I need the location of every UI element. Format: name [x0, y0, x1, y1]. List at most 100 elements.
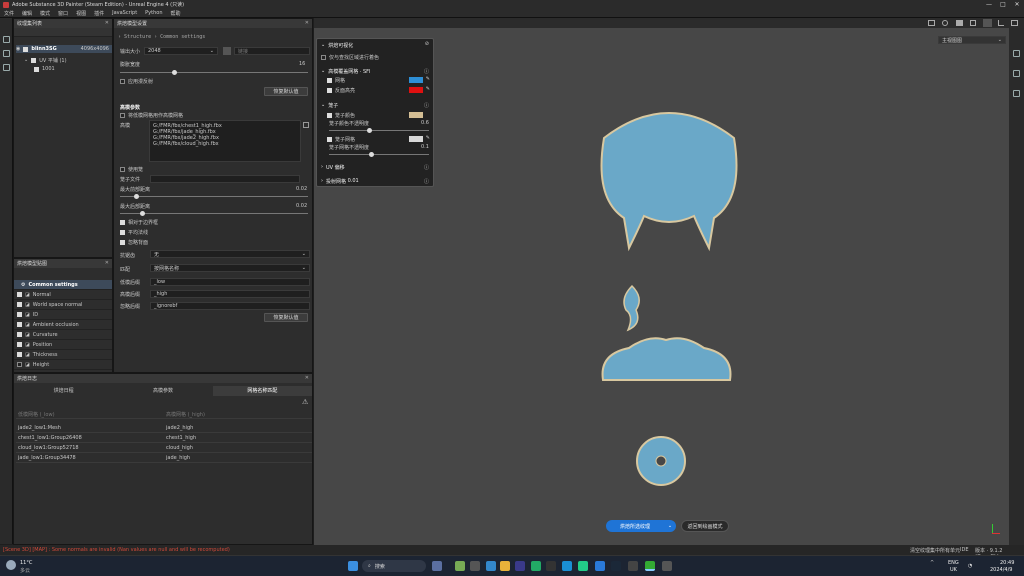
cage-mesh-color-swatch[interactable]	[409, 136, 423, 142]
mesh-opacity-slider[interactable]	[329, 152, 429, 157]
properties-icon[interactable]	[1013, 70, 1020, 77]
layers-icon[interactable]	[3, 50, 10, 57]
explorer-icon[interactable]	[500, 561, 510, 571]
view-mode-select[interactable]: 主视图图 ⌄	[938, 36, 1006, 44]
output-size-select[interactable]: 2048 ⌄	[144, 47, 218, 55]
tab-schedule[interactable]: 烘焙日程	[14, 386, 113, 396]
breadcrumb-2[interactable]: Common settings	[160, 34, 205, 40]
high-meshes-list[interactable]: G:/FMR/fbx/chest1_high.fbx G:/FMR/fbx/ja…	[149, 120, 301, 162]
app-icon[interactable]	[578, 561, 588, 571]
eye-icon[interactable]: ◉	[16, 46, 20, 52]
panel-close-icon[interactable]: ✕	[305, 19, 309, 28]
overlay-title-row[interactable]: ⌄ 烘焙可视化	[321, 41, 353, 49]
menu-plugins[interactable]: 插件	[90, 10, 108, 17]
map-world-normal[interactable]: ◪ World space normal	[14, 300, 112, 310]
texture-set-checkbox[interactable]	[23, 46, 29, 52]
tray-chevron-icon[interactable]: ^	[930, 560, 934, 566]
weather-temp[interactable]: 11°C	[20, 560, 32, 566]
cage-mesh-row[interactable]: 笼子网格	[327, 135, 355, 143]
use-low-as-high-row[interactable]: 将低模网格用作高模网格	[120, 111, 183, 119]
show-only-row[interactable]: 仅与查找区域进行着色	[321, 53, 379, 61]
uv-tile-row[interactable]: ⌄ UV 平铺 (1)	[24, 56, 67, 64]
map-curvature[interactable]: ◪ Curvature	[14, 330, 112, 340]
proj-section-row[interactable]: › 投射网格 0.01	[321, 177, 359, 185]
windows-start-icon[interactable]	[348, 561, 358, 571]
color-section-row[interactable]: ⌄ 笼子	[321, 101, 338, 109]
painter-icon[interactable]	[645, 561, 655, 571]
bake-selected-button[interactable]: 烘焙所选纹理	[606, 520, 664, 532]
lang-indicator-2[interactable]: UK	[950, 567, 957, 573]
export-icon[interactable]	[3, 36, 10, 43]
app-icon[interactable]	[515, 561, 525, 571]
app-icon[interactable]	[486, 561, 496, 571]
uv-section-row[interactable]: › UV 偏移	[321, 163, 345, 171]
tab-high-params[interactable]: 高模参数	[113, 386, 212, 396]
slider-knob[interactable]	[367, 128, 372, 133]
cage-file-field[interactable]	[150, 175, 300, 183]
table-row[interactable]: cloud_low1:Group52718 cloud_high	[16, 444, 312, 453]
eyedropper-icon[interactable]: ✎	[426, 76, 430, 82]
info-icon[interactable]: ⓘ	[424, 164, 429, 171]
steam-icon[interactable]	[611, 561, 621, 571]
info-icon[interactable]: ⓘ	[424, 178, 429, 185]
edge-icon[interactable]	[562, 561, 572, 571]
screenshot-icon[interactable]	[1011, 20, 1018, 26]
weather-icon[interactable]	[6, 560, 16, 570]
slider-knob[interactable]	[172, 70, 177, 75]
slider-knob[interactable]	[140, 211, 145, 216]
panel-close-icon[interactable]: ✕	[305, 374, 309, 383]
display-icon[interactable]	[970, 20, 976, 26]
search-box[interactable]: ⌕ 搜索	[362, 560, 426, 572]
panel-close-icon[interactable]: ✕	[105, 19, 109, 28]
map-normal[interactable]: ◪ Normal	[14, 290, 112, 300]
uv-id-row[interactable]: 1001	[34, 65, 55, 73]
table-row[interactable]: chest1_low1:Group26408 chest1_high	[16, 434, 312, 443]
dilation-slider[interactable]	[120, 70, 308, 75]
low-suffix-field[interactable]: _low	[150, 278, 310, 286]
camera-icon[interactable]	[956, 20, 963, 26]
relative-bbox-checkbox[interactable]	[120, 219, 125, 225]
menu-javascript[interactable]: JavaScript	[108, 10, 141, 16]
wire-row[interactable]: 网格	[327, 76, 345, 84]
app-icon[interactable]	[595, 561, 605, 571]
map-common-settings[interactable]: ⚙ Common settings	[14, 280, 112, 290]
eyedropper-icon[interactable]: ✎	[426, 86, 430, 92]
app-icon[interactable]	[531, 561, 541, 571]
breadcrumb-1[interactable]: Structure	[124, 34, 151, 40]
map-checkbox[interactable]	[17, 322, 22, 327]
app-icon[interactable]	[455, 561, 465, 571]
eyedropper-icon[interactable]: ✎	[426, 135, 430, 141]
backface-row[interactable]: 反面高亮	[327, 86, 355, 94]
slider-knob[interactable]	[134, 194, 139, 199]
cage-opacity-slider[interactable]	[329, 128, 429, 133]
layers-icon[interactable]	[1013, 50, 1020, 57]
maximize-button[interactable]: □	[996, 0, 1010, 9]
map-checkbox[interactable]	[17, 292, 22, 297]
high-mesh-item[interactable]: G:/FMR/fbx/cloud_high.fbx	[153, 141, 297, 147]
eye-off-icon[interactable]: ⊘	[425, 41, 429, 47]
menu-edit[interactable]: 编辑	[18, 10, 36, 17]
panel-close-icon[interactable]: ✕	[105, 259, 109, 268]
table-row[interactable]: jade_low1:Group34478 jade_high	[16, 454, 312, 463]
app-icon[interactable]	[628, 561, 638, 571]
backface-checkbox[interactable]	[327, 87, 332, 93]
folder-icon[interactable]	[928, 20, 935, 26]
return-paint-button[interactable]: 返回到绘画模式	[681, 520, 729, 532]
average-normals-checkbox[interactable]	[120, 229, 125, 235]
average-normals-row[interactable]: 平均法线	[120, 228, 148, 236]
cage-mesh-checkbox[interactable]	[327, 136, 332, 142]
cage-color-checkbox[interactable]	[327, 112, 332, 118]
tab-name-match[interactable]: 网格名称匹配	[212, 386, 312, 396]
app-icon[interactable]	[470, 561, 480, 571]
clock-time[interactable]: 20:49	[1000, 560, 1014, 566]
table-row[interactable]: jade2_low1:Mesh jade2_high	[16, 424, 312, 433]
cage-row[interactable]: 使用笼	[120, 165, 143, 173]
shelf-icon[interactable]	[1013, 90, 1020, 97]
menu-window[interactable]: 窗口	[54, 10, 72, 17]
slider-knob[interactable]	[369, 152, 374, 157]
map-thickness[interactable]: ◪ Thickness	[14, 350, 112, 360]
apply-diffusion-checkbox[interactable]	[120, 78, 125, 84]
map-checkbox[interactable]	[17, 352, 22, 357]
backface-color-swatch[interactable]	[409, 87, 423, 93]
uv-tile-checkbox[interactable]	[31, 57, 37, 63]
